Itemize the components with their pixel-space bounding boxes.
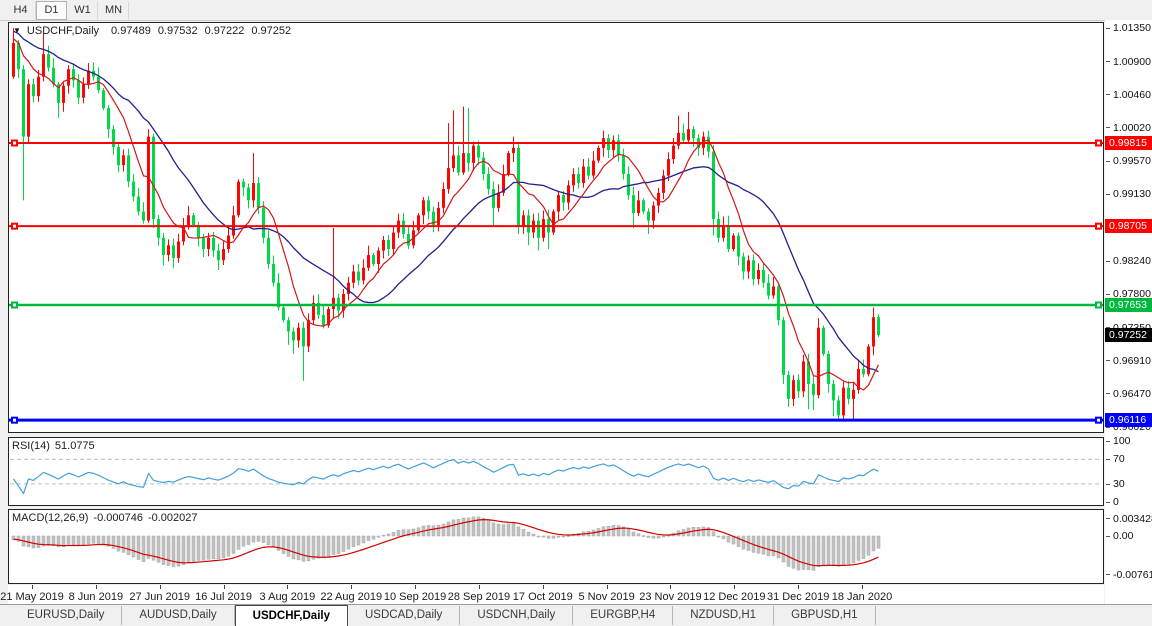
date-axis-label: 17 Oct 2019 (512, 591, 573, 603)
date-tick (32, 585, 33, 589)
date-tick (862, 585, 863, 589)
timeframe-button-mn[interactable]: MN (98, 0, 129, 20)
price-line-badge: 0.97653 (1105, 297, 1152, 312)
date-tick (351, 585, 353, 589)
price-axis-label: 0.003428 (1106, 513, 1152, 525)
price-axis-label: 30 (1106, 478, 1125, 490)
date-tick (159, 585, 161, 589)
ohlc-low: 0.97222 (204, 25, 245, 37)
date-tick (734, 585, 736, 589)
price-line-badge: 0.97252 (1105, 328, 1152, 343)
chart-tab-gbpusd[interactable]: GBPUSD,H1 (774, 606, 876, 625)
rsi-name: RSI(14) (12, 440, 50, 452)
date-axis-label: 3 Aug 2019 (259, 591, 316, 603)
date-axis-label: 16 Jul 2019 (195, 591, 252, 603)
chart-tab-audusd[interactable]: AUDUSD,Daily (122, 606, 235, 625)
date-tick (670, 585, 672, 589)
timeframe-toolbar: H4 D1 W1 MN (0, 0, 1152, 21)
price-axis-label: 0.96470 (1106, 388, 1151, 400)
rsi-label: RSI(14) 51.0775 (12, 440, 100, 452)
price-axis-label: 1.00020 (1106, 122, 1151, 134)
price-axis-label: 0 (1106, 496, 1119, 508)
price-axis-label: -0.007615 (1106, 569, 1152, 581)
main-chart-canvas[interactable] (8, 22, 1104, 433)
chart-tab-usdchf[interactable]: USDCHF,Daily (234, 605, 348, 626)
timeframe-button-d1[interactable]: D1 (36, 0, 67, 20)
symbol-name: USDCHF,Daily (26, 25, 100, 37)
price-line-badge: 0.98705 (1105, 219, 1152, 234)
price-axis-label: 0.99130 (1106, 188, 1151, 200)
chart-symbol-title: ▼ USDCHF,Daily 0.97489 0.97532 0.97222 0.9725… (13, 25, 291, 37)
date-axis-label: 21 May 2019 (0, 591, 64, 603)
price-line-badge: 0.96116 (1105, 413, 1152, 428)
date-axis-label: 5 Nov 2019 (578, 591, 635, 603)
date-axis-label: 31 Dec 2019 (766, 591, 830, 603)
rsi-pane-canvas[interactable] (8, 437, 1104, 506)
mt4-chart-window: { "toolbar": { "timeframes": [ {"label":… (0, 0, 1152, 626)
chart-tab-eurgbp[interactable]: EURGBP,H4 (573, 606, 674, 625)
price-axis-label: 0.00 (1106, 530, 1133, 542)
date-axis-label: 22 Aug 2019 (320, 591, 383, 603)
macd-main-value: -0.000746 (93, 512, 143, 524)
date-axis-label: 18 Jan 2020 (831, 591, 893, 603)
date-axis-label: 12 Dec 2019 (703, 591, 766, 603)
macd-label: MACD(12,26,9) -0.000746 -0.002027 (12, 512, 203, 524)
chart-tab-bar: EURUSD,Daily AUDUSD,Daily USDCHF,Daily USDC… (0, 604, 1152, 626)
price-axis-label: 1.00460 (1106, 89, 1151, 101)
chart-tab-usdcnh[interactable]: USDCNH,Daily (460, 606, 574, 625)
price-axis-label: 0.96910 (1106, 355, 1151, 367)
date-axis-label: 10 Sep 2019 (383, 591, 447, 603)
timeframe-button-h4[interactable]: H4 (5, 0, 36, 20)
date-tick (542, 585, 544, 589)
ohlc-high: 0.97532 (157, 25, 198, 37)
macd-signal-value: -0.002027 (147, 512, 198, 524)
date-tick (415, 585, 417, 589)
date-tick (798, 585, 800, 589)
date-tick (287, 585, 289, 589)
price-axis-label: 70 (1106, 453, 1125, 465)
date-tick (606, 585, 608, 589)
date-axis-label: 23 Nov 2019 (639, 591, 702, 603)
timeframe-buttons: H4 D1 W1 MN (5, 0, 129, 20)
date-axis-label: 28 Sep 2019 (447, 591, 511, 603)
macd-name: MACD(12,26,9) (12, 512, 89, 524)
date-tick (223, 585, 225, 589)
chart-marker-icon: ▼ (13, 26, 21, 35)
timeframe-button-w1[interactable]: W1 (67, 0, 98, 20)
date-tick (95, 585, 97, 589)
date-tick (478, 585, 480, 589)
price-axis-label: 0.98240 (1106, 255, 1151, 267)
chart-tab-nzdusd[interactable]: NZDUSD,H1 (673, 606, 775, 625)
price-axis-label: 100 (1106, 435, 1131, 447)
price-axis-label: 0.99570 (1106, 155, 1151, 167)
chart-tab-usdcad[interactable]: USDCAD,Daily (348, 606, 461, 625)
date-axis-label: 27 Jun 2019 (129, 591, 190, 603)
price-axis-label: 1.00900 (1106, 56, 1151, 68)
chart-tab-eurusd[interactable]: EURUSD,Daily (10, 606, 123, 625)
price-axis-label: 1.01350 (1106, 22, 1151, 34)
ohlc-close: 0.97252 (251, 25, 292, 37)
date-axis-label: 8 Jun 2019 (68, 591, 124, 603)
rsi-current-value: 51.0775 (54, 440, 95, 452)
price-line-badge: 0.99815 (1105, 136, 1152, 150)
ohlc-open: 0.97489 (111, 25, 151, 37)
